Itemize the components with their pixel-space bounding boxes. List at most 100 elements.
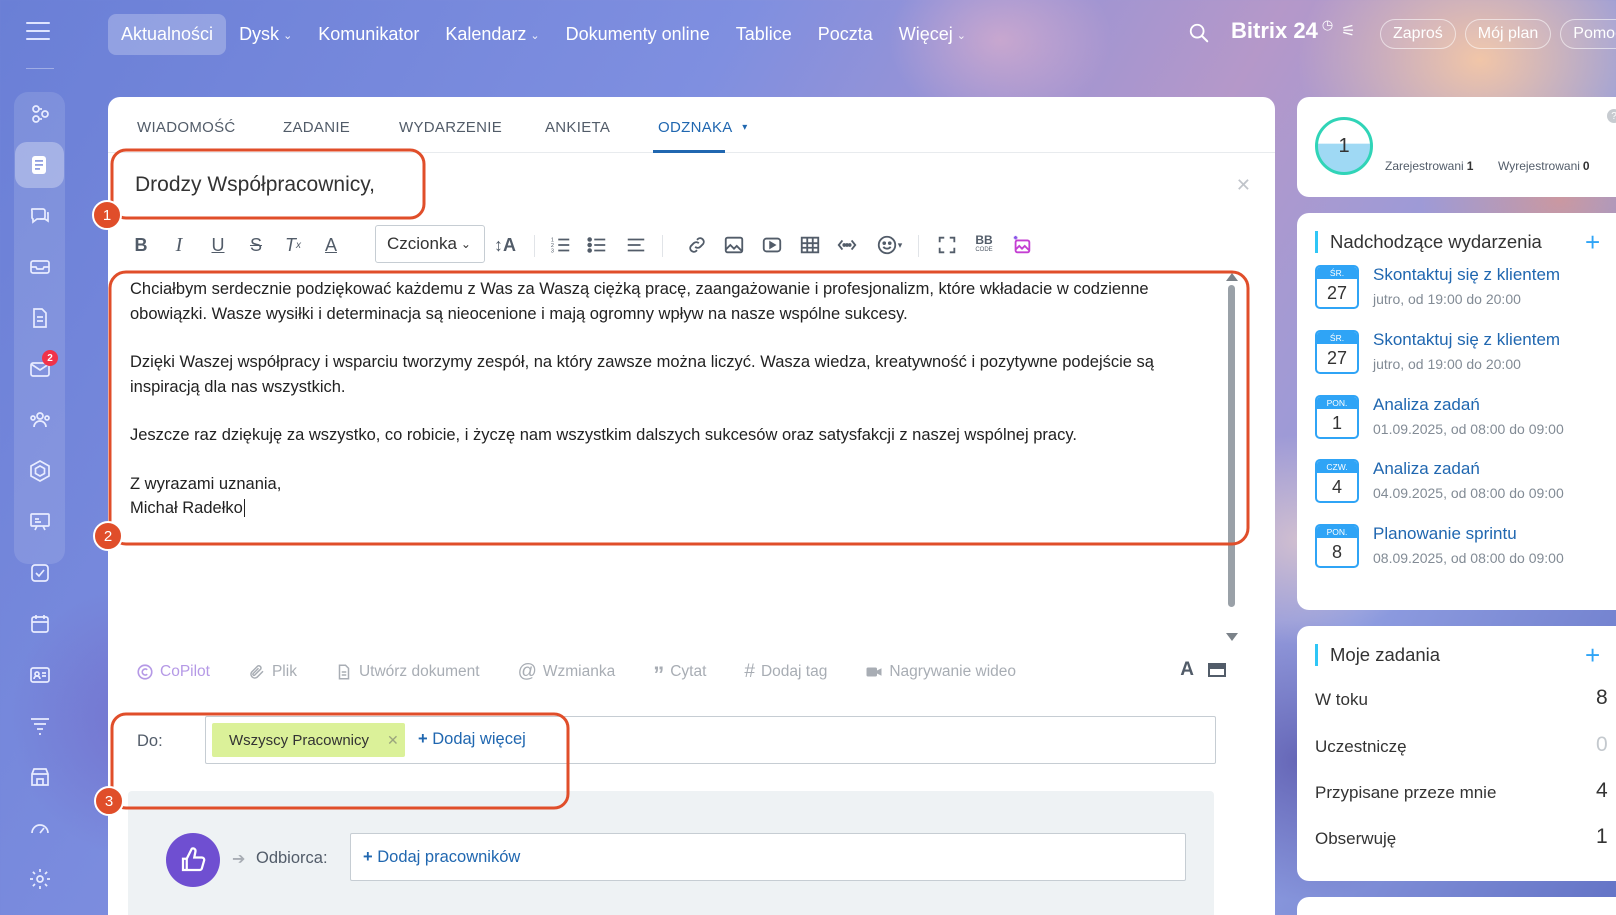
calendar-date-icon: PON. 1 — [1315, 395, 1359, 439]
my-plan-button[interactable]: Mój plan — [1464, 19, 1552, 49]
numbered-list-icon[interactable]: 123 — [548, 233, 574, 257]
sidebar-item-chat[interactable] — [15, 193, 64, 239]
nav-item-aktualnosci[interactable]: Aktualności — [108, 14, 227, 55]
tab-odznaka[interactable]: ODZNAKA ▾ — [658, 119, 748, 136]
event-title[interactable]: Skontaktuj się z klientem — [1373, 265, 1560, 285]
sidebar-item-speedometer[interactable] — [15, 805, 64, 851]
text-format-icon[interactable]: A — [1180, 659, 1194, 681]
event-title[interactable]: Planowanie sprintu — [1373, 524, 1517, 544]
post-title-input[interactable]: Drodzy Współpracownicy, — [135, 173, 375, 197]
upcoming-events-title: Nadchodzące wydarzenia — [1315, 231, 1542, 253]
sidebar-item-presentation[interactable] — [15, 499, 64, 545]
add-event-plus-icon[interactable]: + — [1585, 227, 1600, 258]
tab-zadanie[interactable]: ZADANIE — [283, 119, 350, 136]
event-item[interactable]: CZW. 4 Analiza zadań 04.09.2025, od 08:00… — [1315, 459, 1616, 509]
italic-icon[interactable]: I — [166, 233, 192, 257]
tab-wiadomosc[interactable]: WIADOMOŚĆ — [137, 119, 236, 136]
task-counter-row[interactable]: Uczestniczę 0 — [1315, 733, 1615, 757]
video-recording-button[interactable]: Nagrywanie wideo — [865, 663, 1016, 681]
font-size-icon[interactable]: ↕A — [492, 233, 518, 257]
sidebar-item-calendar[interactable] — [15, 601, 64, 647]
quote-button[interactable]: ” Cytat — [653, 662, 706, 686]
hamburger-menu-icon[interactable] — [26, 22, 50, 42]
invite-button[interactable]: Zaproś — [1380, 19, 1456, 49]
emoji-icon[interactable]: ▾ — [872, 233, 906, 257]
event-item[interactable]: ŚR. 27 Skontaktuj się z klientem jutro, o… — [1315, 330, 1616, 380]
nav-item-poczta[interactable]: Poczta — [805, 14, 886, 55]
task-counter-row[interactable]: Obserwuję 1 — [1315, 825, 1615, 849]
scroll-down-arrow-icon[interactable] — [1226, 633, 1238, 641]
copilot-button[interactable]: CoPilot — [136, 663, 210, 681]
add-employees-link[interactable]: + Dodaj pracowników — [363, 848, 520, 867]
search-icon[interactable] — [1188, 22, 1210, 44]
sidebar-item-hexagon[interactable] — [15, 448, 64, 494]
tab-wydarzenie[interactable]: WYDARZENIE — [399, 119, 502, 136]
scroll-up-arrow-icon[interactable] — [1226, 273, 1238, 281]
bold-icon[interactable]: B — [128, 233, 154, 257]
remove-chip-icon[interactable]: ✕ — [387, 732, 399, 749]
sidebar-item-checkbox[interactable] — [15, 550, 64, 596]
sidebar-item-mail[interactable]: 2 — [15, 346, 64, 392]
message-body-editor[interactable]: Chciałbym serdecznie podziękować każdemu… — [130, 277, 1205, 521]
tasks-flow-icon — [31, 105, 49, 123]
event-item[interactable]: PON. 1 Analiza zadań 01.09.2025, od 08:00… — [1315, 395, 1616, 445]
help-button[interactable]: Pomoc — [1560, 19, 1616, 49]
sidebar-item-settings[interactable] — [15, 856, 64, 902]
nav-item-tablice[interactable]: Tablice — [723, 14, 805, 55]
event-item[interactable]: ŚR. 27 Skontaktuj się z klientem jutro, o… — [1315, 265, 1616, 315]
text-color-icon[interactable]: A — [318, 233, 344, 257]
event-title[interactable]: Analiza zadań — [1373, 459, 1480, 479]
fullscreen-icon[interactable] — [934, 233, 960, 257]
clear-format-icon[interactable]: Tx — [280, 233, 306, 257]
sidebar-item-store[interactable] — [15, 754, 64, 800]
create-document-button[interactable]: Utwórz dokument — [335, 663, 480, 681]
mention-button[interactable]: @ Wzmianka — [518, 661, 616, 683]
sidebar-item-contact-card[interactable] — [15, 652, 64, 698]
link-icon[interactable] — [684, 233, 710, 257]
sidebar-item-tasks-flow[interactable] — [15, 91, 64, 137]
editor-scrollbar[interactable] — [1226, 273, 1238, 641]
bbcode-icon[interactable]: BB CODE — [971, 233, 997, 257]
task-counter-row[interactable]: W toku 8 — [1315, 686, 1615, 710]
sidebar-item-funnel[interactable] — [15, 703, 64, 749]
layout-panel-icon[interactable] — [1208, 663, 1226, 677]
nav-item-kalendarz[interactable]: Kalendarz ⌄ — [432, 14, 552, 55]
sliders-icon[interactable]: ⚟ — [1341, 21, 1355, 41]
event-title[interactable]: Analiza zadań — [1373, 395, 1480, 415]
table-icon[interactable] — [797, 233, 823, 257]
close-icon[interactable]: ✕ — [1236, 175, 1251, 196]
scrollbar-thumb[interactable] — [1228, 285, 1235, 607]
event-title[interactable]: Skontaktuj się z klientem — [1373, 330, 1560, 350]
add-tag-button[interactable]: # Dodaj tag — [744, 661, 827, 683]
image-icon[interactable] — [721, 233, 747, 257]
add-task-plus-icon[interactable]: + — [1585, 640, 1600, 671]
tab-ankieta[interactable]: ANKIETA — [545, 119, 610, 136]
font-select[interactable]: Czcionka ⌄ — [375, 225, 485, 263]
recipient-chip[interactable]: Wszyscy Pracownicy ✕ — [212, 723, 405, 757]
sidebar-item-news-feed[interactable] — [15, 142, 64, 188]
help-question-icon[interactable]: ? — [1607, 109, 1616, 123]
recipient-field[interactable]: + Dodaj pracowników — [350, 833, 1186, 881]
file-button[interactable]: Plik — [248, 663, 297, 681]
nav-item-dokumenty-online[interactable]: Dokumenty online — [553, 14, 723, 55]
event-item[interactable]: PON. 8 Planowanie sprintu 08.09.2025, od … — [1315, 524, 1616, 574]
code-icon[interactable] — [834, 233, 860, 257]
next-widget-card — [1297, 897, 1616, 915]
brand-logo[interactable]: Bitrix 24 ◷ ⚟ — [1231, 17, 1356, 44]
underline-icon[interactable]: U — [205, 233, 231, 257]
recipients-field[interactable]: Wszyscy Pracownicy ✕ + Dodaj więcej — [205, 716, 1216, 764]
sidebar-item-inbox[interactable] — [15, 244, 64, 290]
badge-thumbs-up-icon[interactable] — [166, 833, 220, 887]
add-more-link[interactable]: + Dodaj więcej — [418, 730, 526, 749]
ai-image-icon[interactable] — [1009, 233, 1035, 257]
strikethrough-icon[interactable]: S — [243, 233, 269, 257]
sidebar-item-documents[interactable] — [15, 295, 64, 341]
video-icon[interactable] — [759, 233, 785, 257]
nav-item-dysk[interactable]: Dysk ⌄ — [226, 14, 305, 55]
nav-item-komunikator[interactable]: Komunikator — [305, 14, 432, 55]
sidebar-item-employees[interactable] — [15, 397, 64, 443]
align-left-icon[interactable] — [623, 233, 649, 257]
task-counter-row[interactable]: Przypisane przeze mnie 4 — [1315, 779, 1615, 803]
nav-item-wiecej[interactable]: Więcej ⌄ — [886, 14, 979, 55]
bullet-list-icon[interactable] — [584, 233, 610, 257]
